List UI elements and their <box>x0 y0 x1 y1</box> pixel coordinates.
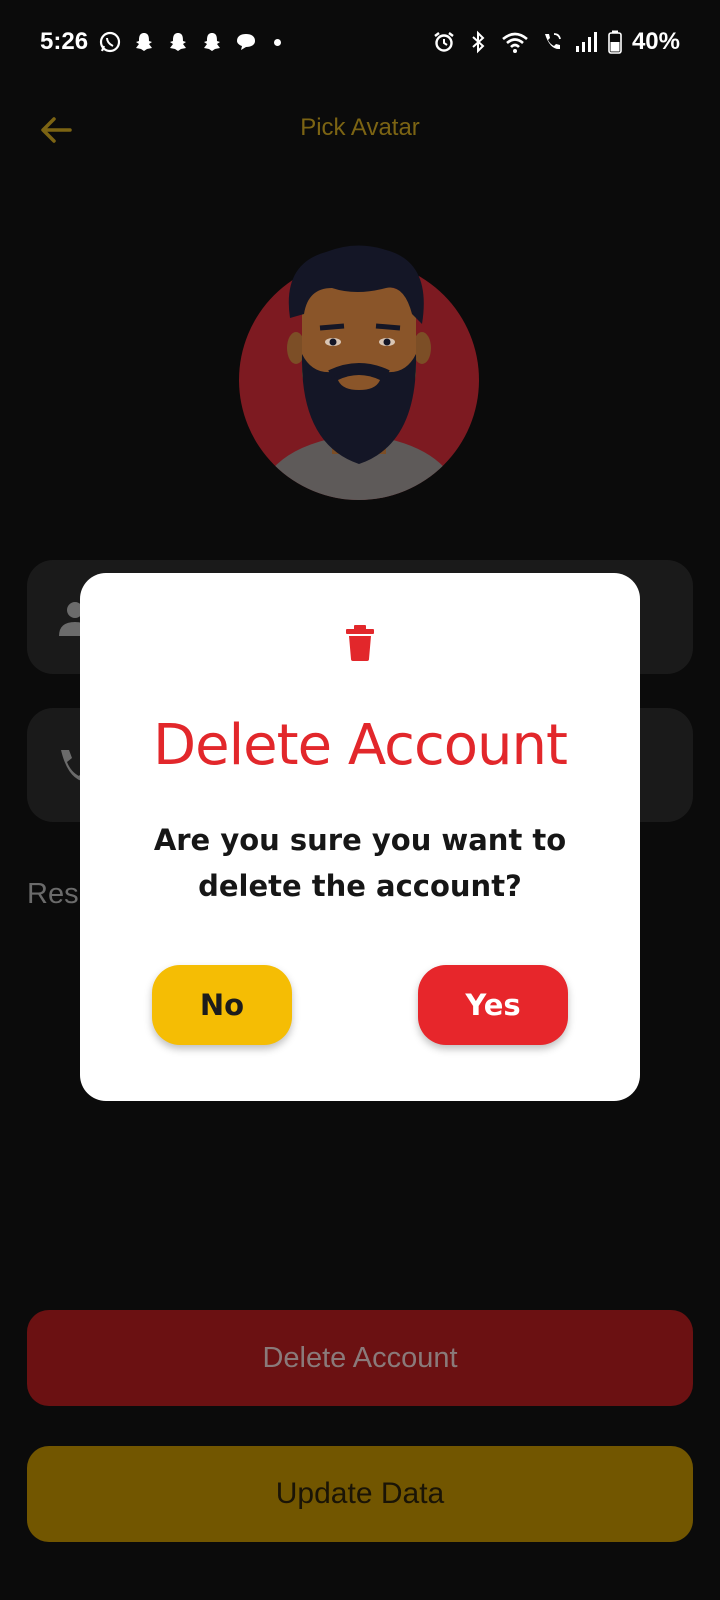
dialog-title: Delete Account <box>153 713 568 778</box>
battery-percent: 40% <box>631 28 680 55</box>
snapchat-icon <box>204 33 221 51</box>
avatar <box>239 245 479 500</box>
no-button[interactable]: No <box>152 965 292 1045</box>
delete-account-button[interactable]: Delete Account <box>27 1310 693 1406</box>
battery-icon <box>608 30 622 54</box>
chat-bubble-icon <box>237 34 256 50</box>
snapchat-icon <box>136 33 153 51</box>
app-bar: Pick Avatar <box>0 96 720 166</box>
whatsapp-icon <box>99 31 121 53</box>
delete-confirm-dialog: Delete Account Are you sure you want to … <box>80 573 640 1101</box>
reset-link[interactable]: Res <box>27 878 79 911</box>
avatar-picker[interactable] <box>236 244 482 504</box>
signal-icon <box>575 32 597 52</box>
status-time: 5:26 <box>40 28 89 55</box>
bluetooth-icon <box>472 30 485 54</box>
page-title: Pick Avatar <box>300 114 420 141</box>
alarm-icon <box>434 32 454 52</box>
wifi-calling-icon <box>544 33 561 50</box>
yes-button[interactable]: Yes <box>418 965 568 1045</box>
wifi-icon <box>502 32 528 53</box>
dialog-message: Are you sure you want to delete the acco… <box>153 823 567 903</box>
trash-icon <box>346 625 374 661</box>
more-notifications-dot <box>274 38 282 46</box>
status-bar: 5:26 40% <box>0 0 720 84</box>
update-data-button[interactable]: Update Data <box>27 1446 693 1542</box>
snapchat-icon <box>170 33 187 51</box>
